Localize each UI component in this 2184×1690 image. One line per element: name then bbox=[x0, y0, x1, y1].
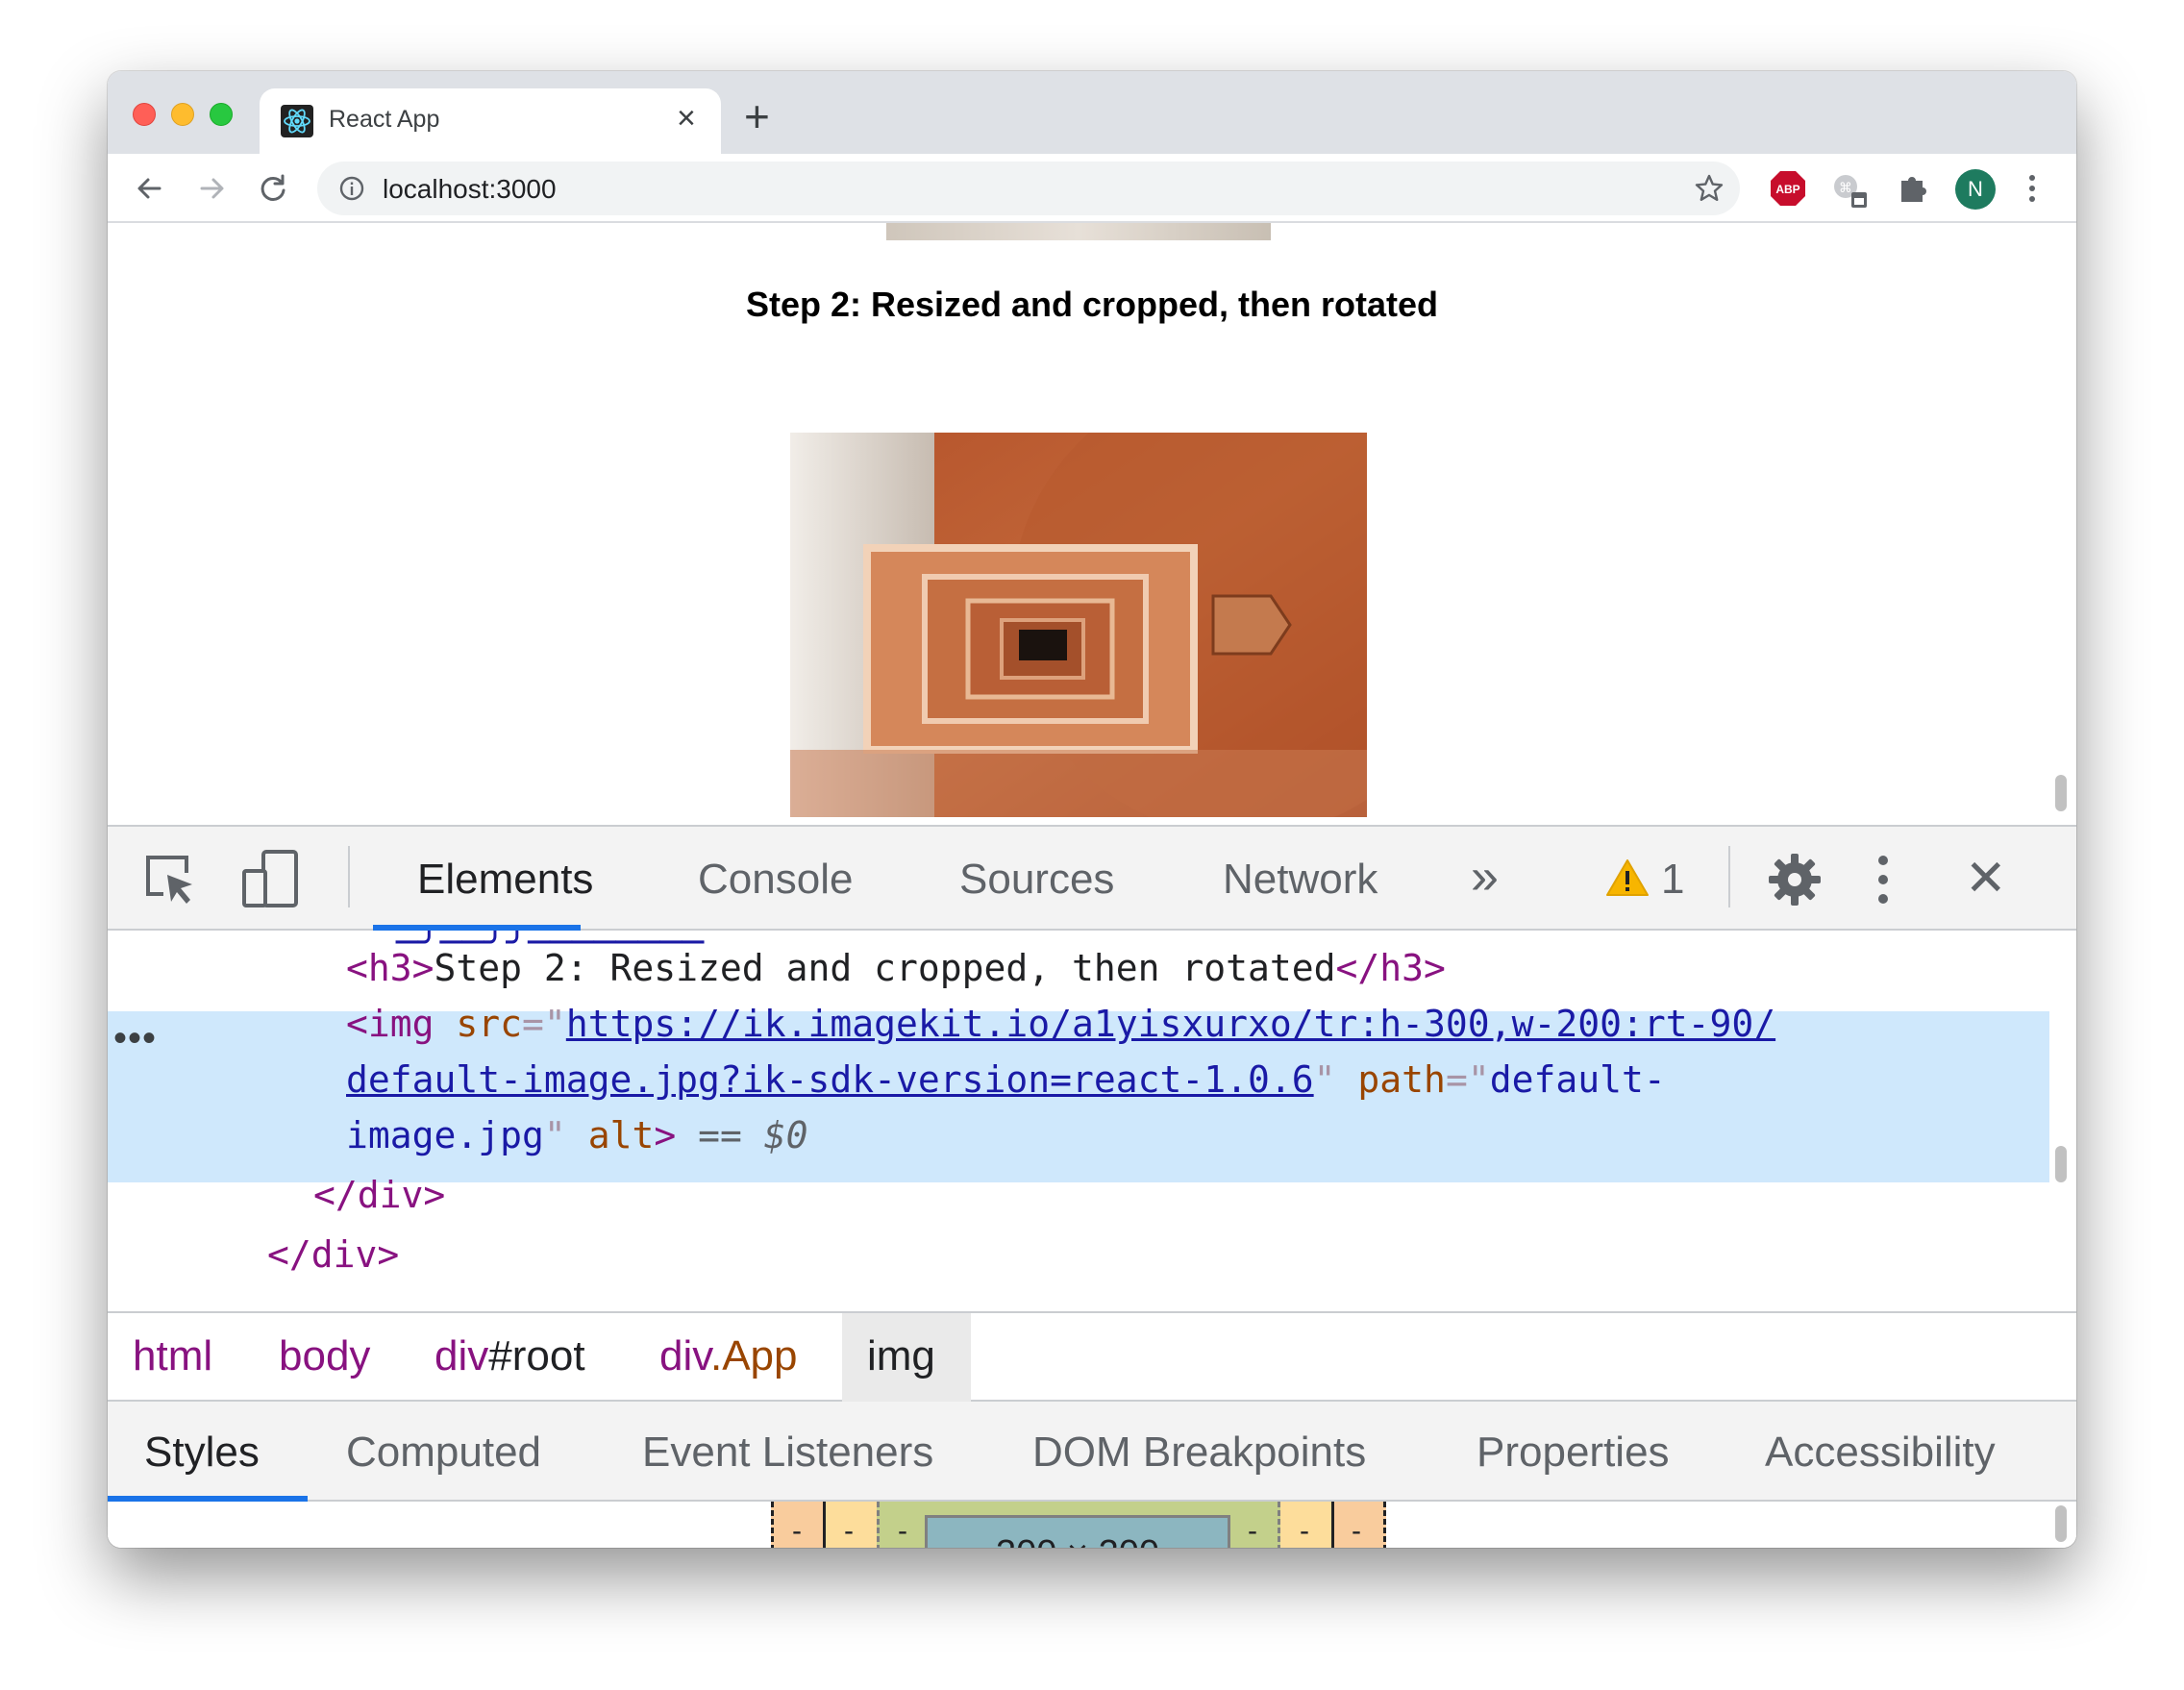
page-scrollbar[interactable] bbox=[2055, 775, 2067, 811]
crumb-body[interactable]: body bbox=[279, 1332, 370, 1380]
tree-node-h3[interactable]: <h3>Step 2: Resized and cropped, then ro… bbox=[346, 940, 1446, 996]
new-tab-button[interactable]: + bbox=[744, 90, 770, 142]
content-size: 300 × 200 bbox=[928, 1533, 1228, 1548]
inspect-element-icon[interactable] bbox=[142, 852, 198, 907]
tab-console[interactable]: Console bbox=[698, 856, 853, 904]
more-tabs-icon[interactable]: » bbox=[1471, 848, 1499, 906]
address-bar-url: localhost:3000 bbox=[383, 174, 557, 204]
node-actions-ellipsis[interactable]: ••• bbox=[113, 1017, 157, 1060]
alt-attr-name: alt bbox=[587, 1114, 655, 1156]
tree-node-img-line-3[interactable]: image.jpg" alt> == $0 bbox=[346, 1107, 808, 1163]
profile-initial: N bbox=[1968, 177, 1983, 201]
site-info-icon[interactable] bbox=[336, 173, 367, 204]
warning-count[interactable]: 1 bbox=[1661, 856, 1684, 904]
tab-network[interactable]: Network bbox=[1223, 856, 1377, 904]
extension-shortcut-icon[interactable]: ⌘ bbox=[1828, 169, 1871, 211]
devtools-panel: Elements Console Sources Network » 1 ✕ ─… bbox=[108, 825, 2076, 1548]
devtools-menu-icon[interactable] bbox=[1873, 852, 1894, 907]
extensions-puzzle-icon[interactable] bbox=[1894, 169, 1932, 208]
border-left-value[interactable]: - bbox=[844, 1515, 854, 1548]
margin-right-value[interactable]: - bbox=[1352, 1515, 1361, 1548]
tree-node-img-line-2[interactable]: default-image.jpg?ik-sdk-version=react-1… bbox=[346, 1052, 1666, 1107]
browser-window: React App × + localhost:3000 ABP ⌘ N Ste… bbox=[108, 71, 2076, 1548]
padding-left-value[interactable]: - bbox=[898, 1515, 907, 1548]
close-div-tag: </div> bbox=[313, 1174, 446, 1216]
path-attr-value: default- bbox=[1489, 1058, 1666, 1101]
padding-right-value[interactable]: - bbox=[1248, 1515, 1257, 1548]
toolbar-separator bbox=[1728, 846, 1730, 907]
reload-icon[interactable] bbox=[252, 167, 294, 210]
minimize-window-button[interactable] bbox=[171, 103, 194, 126]
tab-sources[interactable]: Sources bbox=[959, 856, 1114, 904]
elements-scrollbar[interactable] bbox=[2055, 1146, 2067, 1182]
tab-accessibility[interactable]: Accessibility bbox=[1765, 1429, 1996, 1477]
step-heading: Step 2: Resized and cropped, then rotate… bbox=[745, 285, 1439, 324]
forward-icon[interactable] bbox=[190, 167, 233, 210]
crumb-div-root[interactable]: div#root bbox=[434, 1332, 585, 1380]
tab-close-icon[interactable]: × bbox=[677, 100, 696, 137]
address-bar[interactable]: localhost:3000 bbox=[317, 162, 1740, 215]
tab-event-listeners[interactable]: Event Listeners bbox=[642, 1429, 933, 1477]
crumb-div-root-tag: div bbox=[434, 1332, 489, 1379]
zoom-window-button[interactable] bbox=[210, 103, 233, 126]
crumb-div-root-id: #root bbox=[488, 1332, 585, 1379]
h3-close-tag: </h3> bbox=[1335, 947, 1446, 989]
close-window-button[interactable] bbox=[133, 103, 156, 126]
tab-elements[interactable]: Elements bbox=[417, 856, 593, 904]
title-bar: React App × + bbox=[108, 71, 2076, 154]
crumb-html[interactable]: html bbox=[133, 1332, 212, 1380]
box-model-content[interactable]: 300 × 200 bbox=[925, 1515, 1230, 1548]
box-model-diagram: - - - 300 × 200 - - - bbox=[108, 1502, 2076, 1548]
crumb-div-app[interactable]: div.App bbox=[659, 1332, 798, 1380]
crumb-div-app-class: .App bbox=[709, 1332, 798, 1379]
breadcrumb: html body div#root div.App img bbox=[108, 1311, 2076, 1402]
close-div-tag: </div> bbox=[267, 1233, 400, 1276]
border-right-value[interactable]: - bbox=[1300, 1515, 1309, 1548]
elements-tree: ─╯──╯╯──────── <h3>Step 2: Resized and c… bbox=[108, 931, 2076, 1311]
react-icon bbox=[281, 105, 313, 137]
src-url-link-cont[interactable]: default-image.jpg?ik-sdk-version=react-1… bbox=[346, 1058, 1314, 1101]
tab-styles[interactable]: Styles bbox=[144, 1429, 260, 1477]
img-tag-end: > bbox=[654, 1114, 677, 1156]
path-attr-value-cont: image.jpg bbox=[346, 1114, 544, 1156]
tab-dom-breakpoints[interactable]: DOM Breakpoints bbox=[1032, 1429, 1366, 1477]
rotated-image bbox=[790, 433, 1367, 817]
h3-text: Step 2: Resized and cropped, then rotate… bbox=[434, 947, 1336, 989]
tab-title: React App bbox=[329, 106, 440, 133]
tree-node-close-div[interactable]: </div> bbox=[267, 1227, 399, 1282]
crumb-div-app-tag: div bbox=[659, 1332, 710, 1379]
src-url-link[interactable]: https://ik.imagekit.io/a1yisxurxo/tr:h-3… bbox=[566, 1003, 1775, 1045]
path-attr-name: path bbox=[1357, 1058, 1446, 1101]
adblock-label: ABP bbox=[1775, 183, 1799, 196]
browser-tab[interactable]: React App × bbox=[260, 88, 721, 154]
sidebar-tabs: Styles Computed Event Listeners DOM Brea… bbox=[108, 1402, 2076, 1502]
styles-scrollbar[interactable] bbox=[2055, 1505, 2067, 1542]
selected-node-ref: == $0 bbox=[698, 1114, 808, 1156]
warning-icon[interactable] bbox=[1605, 857, 1650, 898]
browser-menu-icon[interactable] bbox=[2021, 169, 2044, 208]
h3-open-tag: <h3> bbox=[346, 947, 434, 989]
tree-node-img-line-1[interactable]: <img src="https://ik.imagekit.io/a1yisxu… bbox=[346, 996, 1775, 1052]
tab-properties[interactable]: Properties bbox=[1477, 1429, 1670, 1477]
bookmark-star-icon[interactable] bbox=[1692, 171, 1726, 206]
close-devtools-icon[interactable]: ✕ bbox=[1965, 850, 2007, 907]
browser-toolbar: localhost:3000 ABP ⌘ N bbox=[108, 154, 2076, 223]
toolbar-separator bbox=[348, 846, 350, 907]
profile-avatar[interactable]: N bbox=[1955, 169, 1996, 210]
page-viewport: Step 2: Resized and cropped, then rotate… bbox=[108, 223, 2076, 825]
adblock-plus-icon[interactable]: ABP bbox=[1769, 169, 1807, 208]
back-icon[interactable] bbox=[129, 167, 171, 210]
crumb-img[interactable]: img bbox=[867, 1332, 935, 1380]
settings-gear-icon[interactable] bbox=[1767, 852, 1823, 907]
src-attr-name: src bbox=[456, 1003, 523, 1045]
tree-node-close-div[interactable]: </div> bbox=[313, 1167, 445, 1223]
device-toolbar-icon[interactable] bbox=[240, 848, 302, 909]
devtools-toolbar: Elements Console Sources Network » 1 ✕ bbox=[108, 827, 2076, 931]
svg-text:⌘: ⌘ bbox=[1839, 181, 1852, 196]
tab-computed[interactable]: Computed bbox=[346, 1429, 541, 1477]
img-open-tag: <img bbox=[346, 1003, 434, 1045]
margin-left-value[interactable]: - bbox=[792, 1515, 802, 1548]
previous-image bbox=[886, 223, 1271, 240]
